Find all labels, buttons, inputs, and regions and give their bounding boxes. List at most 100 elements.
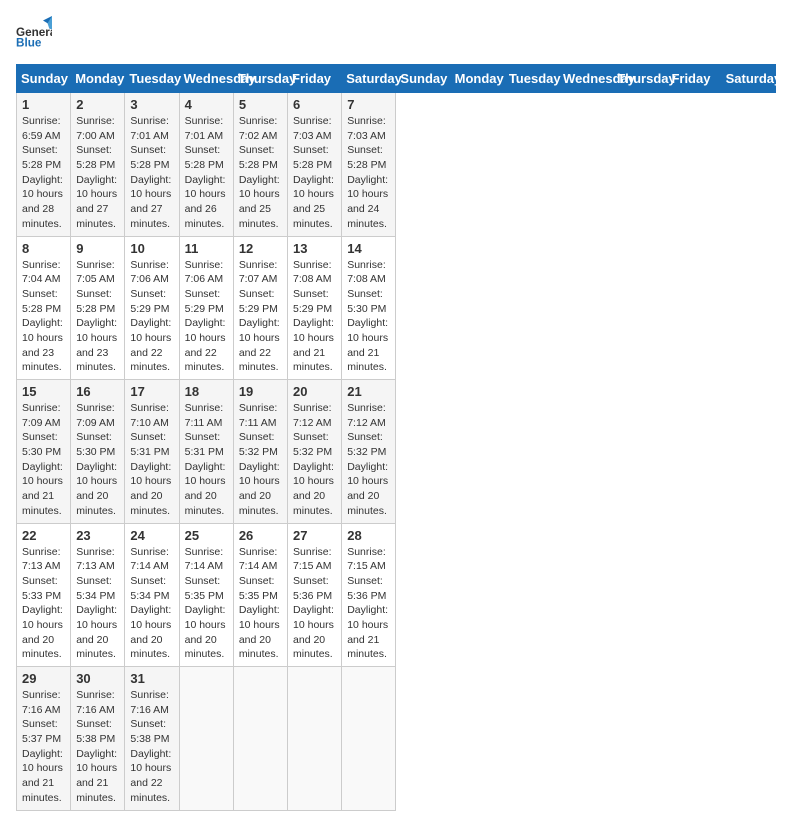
calendar-cell: 5Sunrise: 7:02 AMSunset: 5:28 PMDaylight…: [233, 93, 287, 237]
calendar-cell: 18Sunrise: 7:11 AMSunset: 5:31 PMDayligh…: [179, 380, 233, 524]
day-info: Sunrise: 6:59 AM: [22, 114, 65, 143]
day-info: Daylight: 10 hours: [130, 173, 173, 202]
col-header-saturday: Saturday: [721, 65, 775, 93]
day-info: Sunset: 5:33 PM: [22, 574, 65, 603]
calendar-cell: 2Sunrise: 7:00 AMSunset: 5:28 PMDaylight…: [71, 93, 125, 237]
day-info: Daylight: 10 hours: [347, 603, 390, 632]
day-number: 29: [22, 671, 65, 686]
day-number: 11: [185, 241, 228, 256]
day-info: and 22 minutes.: [130, 346, 173, 375]
calendar-cell: 21Sunrise: 7:12 AMSunset: 5:32 PMDayligh…: [342, 380, 396, 524]
day-info: Sunset: 5:31 PM: [185, 430, 228, 459]
day-info: Sunset: 5:28 PM: [347, 143, 390, 172]
day-info: and 21 minutes.: [22, 489, 65, 518]
day-number: 3: [130, 97, 173, 112]
svg-text:Blue: Blue: [16, 37, 42, 50]
day-info: Sunset: 5:36 PM: [347, 574, 390, 603]
day-info: Sunrise: 7:14 AM: [239, 545, 282, 574]
calendar-cell: 11Sunrise: 7:06 AMSunset: 5:29 PMDayligh…: [179, 236, 233, 380]
day-info: Sunrise: 7:13 AM: [76, 545, 119, 574]
day-info: Sunset: 5:38 PM: [130, 717, 173, 746]
day-info: Daylight: 10 hours: [185, 603, 228, 632]
day-info: Sunset: 5:34 PM: [76, 574, 119, 603]
day-info: Sunrise: 7:00 AM: [76, 114, 119, 143]
day-number: 13: [293, 241, 336, 256]
day-number: 1: [22, 97, 65, 112]
day-info: Sunrise: 7:08 AM: [293, 258, 336, 287]
day-info: Sunset: 5:35 PM: [239, 574, 282, 603]
day-info: Sunrise: 7:16 AM: [22, 688, 65, 717]
day-info: Sunrise: 7:02 AM: [239, 114, 282, 143]
day-info: Sunset: 5:36 PM: [293, 574, 336, 603]
day-info: Sunset: 5:38 PM: [76, 717, 119, 746]
calendar-week-5: 29Sunrise: 7:16 AMSunset: 5:37 PMDayligh…: [17, 667, 776, 811]
day-info: and 27 minutes.: [76, 202, 119, 231]
calendar-cell: 10Sunrise: 7:06 AMSunset: 5:29 PMDayligh…: [125, 236, 179, 380]
day-info: Daylight: 10 hours: [347, 460, 390, 489]
calendar-cell: 22Sunrise: 7:13 AMSunset: 5:33 PMDayligh…: [17, 523, 71, 667]
day-info: Sunrise: 7:14 AM: [185, 545, 228, 574]
calendar-cell: 26Sunrise: 7:14 AMSunset: 5:35 PMDayligh…: [233, 523, 287, 667]
day-info: Daylight: 10 hours: [130, 747, 173, 776]
day-info: Sunrise: 7:09 AM: [76, 401, 119, 430]
day-info: Daylight: 10 hours: [22, 316, 65, 345]
day-info: and 20 minutes.: [239, 633, 282, 662]
col-header-monday: Monday: [71, 65, 125, 93]
col-header-thursday: Thursday: [233, 65, 287, 93]
calendar-cell: 28Sunrise: 7:15 AMSunset: 5:36 PMDayligh…: [342, 523, 396, 667]
day-number: 21: [347, 384, 390, 399]
calendar-cell: 19Sunrise: 7:11 AMSunset: 5:32 PMDayligh…: [233, 380, 287, 524]
day-info: Sunrise: 7:09 AM: [22, 401, 65, 430]
calendar-cell: 15Sunrise: 7:09 AMSunset: 5:30 PMDayligh…: [17, 380, 71, 524]
col-header-wednesday: Wednesday: [559, 65, 613, 93]
day-info: Daylight: 10 hours: [293, 460, 336, 489]
day-info: Sunrise: 7:01 AM: [130, 114, 173, 143]
day-number: 20: [293, 384, 336, 399]
calendar-cell: 23Sunrise: 7:13 AMSunset: 5:34 PMDayligh…: [71, 523, 125, 667]
day-info: and 22 minutes.: [130, 776, 173, 805]
day-info: and 23 minutes.: [76, 346, 119, 375]
day-info: Sunset: 5:29 PM: [130, 287, 173, 316]
day-info: and 28 minutes.: [22, 202, 65, 231]
day-info: Sunrise: 7:15 AM: [293, 545, 336, 574]
page-header: General Blue: [16, 16, 776, 52]
day-info: and 25 minutes.: [293, 202, 336, 231]
calendar-cell: 25Sunrise: 7:14 AMSunset: 5:35 PMDayligh…: [179, 523, 233, 667]
day-info: and 20 minutes.: [239, 489, 282, 518]
day-info: Sunset: 5:32 PM: [293, 430, 336, 459]
calendar-cell: [288, 667, 342, 811]
day-info: and 22 minutes.: [185, 346, 228, 375]
day-info: Sunset: 5:29 PM: [293, 287, 336, 316]
day-info: and 20 minutes.: [185, 489, 228, 518]
day-info: Daylight: 10 hours: [76, 460, 119, 489]
day-info: and 21 minutes.: [76, 776, 119, 805]
day-number: 24: [130, 528, 173, 543]
day-info: Daylight: 10 hours: [239, 460, 282, 489]
day-info: Daylight: 10 hours: [130, 460, 173, 489]
day-info: Sunrise: 7:16 AM: [76, 688, 119, 717]
day-info: and 20 minutes.: [76, 489, 119, 518]
calendar-cell: 3Sunrise: 7:01 AMSunset: 5:28 PMDaylight…: [125, 93, 179, 237]
day-info: Daylight: 10 hours: [239, 603, 282, 632]
day-number: 2: [76, 97, 119, 112]
day-number: 14: [347, 241, 390, 256]
calendar-cell: [233, 667, 287, 811]
day-info: Daylight: 10 hours: [185, 316, 228, 345]
calendar-week-1: 1 Sunrise: 6:59 AM Sunset: 5:28 PM Daylight…: [17, 93, 776, 237]
col-header-sunday: Sunday: [17, 65, 71, 93]
day-number: 5: [239, 97, 282, 112]
day-info: Sunset: 5:28 PM: [76, 287, 119, 316]
day-number: 9: [76, 241, 119, 256]
day-info: and 20 minutes.: [130, 489, 173, 518]
day-info: Sunrise: 7:04 AM: [22, 258, 65, 287]
col-header-monday: Monday: [450, 65, 504, 93]
day-info: Sunrise: 7:06 AM: [185, 258, 228, 287]
day-info: Daylight: 10 hours: [185, 173, 228, 202]
day-info: Sunset: 5:28 PM: [76, 143, 119, 172]
day-info: Sunset: 5:35 PM: [185, 574, 228, 603]
calendar-cell: 20Sunrise: 7:12 AMSunset: 5:32 PMDayligh…: [288, 380, 342, 524]
calendar-cell: 29Sunrise: 7:16 AMSunset: 5:37 PMDayligh…: [17, 667, 71, 811]
day-info: Sunrise: 7:14 AM: [130, 545, 173, 574]
day-info: Sunrise: 7:15 AM: [347, 545, 390, 574]
day-info: Daylight: 10 hours: [76, 747, 119, 776]
